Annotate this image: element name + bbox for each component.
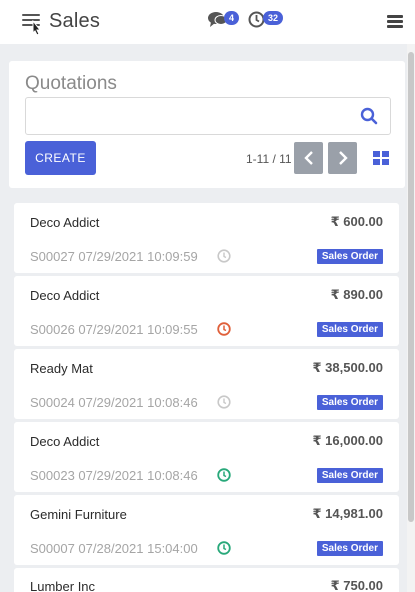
customer-name: Gemini Furniture	[30, 507, 127, 522]
order-reference: S00007 07/28/2021 15:04:00	[30, 541, 198, 556]
pager-value[interactable]: 1-11 / 11	[246, 152, 292, 166]
amount-total: ₹ 14,981.00	[312, 506, 384, 521]
customer-name: Deco Addict	[30, 288, 100, 303]
activity-clock-icon[interactable]	[217, 395, 231, 409]
activity-clock-icon[interactable]	[217, 541, 231, 555]
top-bar: Sales 4 32	[0, 0, 415, 44]
amount-total: ₹ 38,500.00	[312, 360, 384, 375]
order-reference: S00026 07/29/2021 10:09:55	[30, 322, 198, 337]
chevron-right-icon	[338, 151, 348, 165]
status-badge: Sales Order	[316, 541, 383, 556]
activities-count-badge: 32	[263, 11, 284, 25]
quotation-card[interactable]: Gemini Furniture ₹ 14,981.00 S00007 07/2…	[14, 495, 399, 565]
order-reference: S00024 07/29/2021 10:08:46	[30, 395, 198, 410]
amount-total: ₹ 750.00	[330, 578, 383, 592]
customer-name: Deco Addict	[30, 434, 100, 449]
quotation-card[interactable]: Ready Mat ₹ 38,500.00 S00024 07/29/2021 …	[14, 349, 399, 419]
page-title: Quotations	[25, 73, 117, 94]
quotation-card[interactable]: Deco Addict ₹ 16,000.00 S00023 07/29/202…	[14, 422, 399, 492]
search-input[interactable]	[25, 97, 391, 135]
amount-total: ₹ 600.00	[330, 214, 383, 229]
customer-name: Ready Mat	[30, 361, 93, 376]
status-badge: Sales Order	[316, 249, 383, 264]
activity-clock-icon[interactable]	[217, 468, 231, 482]
quotation-card[interactable]: Deco Addict ₹ 890.00 S00026 07/29/2021 1…	[14, 276, 399, 346]
pager-next-button[interactable]	[328, 142, 357, 174]
kanban-view-icon[interactable]	[373, 151, 389, 165]
amount-total: ₹ 16,000.00	[312, 433, 384, 448]
create-button[interactable]: CREATE	[25, 141, 96, 175]
status-badge: Sales Order	[316, 468, 383, 483]
quotation-card[interactable]: Deco Addict ₹ 600.00 S00027 07/29/2021 1…	[14, 203, 399, 273]
order-reference: S00027 07/29/2021 10:09:59	[30, 249, 198, 264]
customer-name: Deco Addict	[30, 215, 100, 230]
messages-count-badge: 4	[224, 11, 240, 25]
status-badge: Sales Order	[316, 322, 383, 337]
amount-total: ₹ 890.00	[330, 287, 383, 302]
options-menu-icon[interactable]	[387, 15, 403, 30]
pager-previous-button[interactable]	[294, 142, 323, 174]
control-panel: Quotations CREATE 1-11 / 11	[9, 61, 405, 188]
app-title: Sales	[49, 10, 101, 32]
search-icon[interactable]	[360, 107, 378, 125]
chevron-left-icon	[303, 151, 313, 165]
status-badge: Sales Order	[316, 395, 383, 410]
customer-name: Lumber Inc	[30, 579, 96, 592]
scrollbar-thumb[interactable]	[408, 52, 414, 522]
activity-clock-icon[interactable]	[217, 249, 231, 263]
quotation-card[interactable]: Lumber Inc ₹ 750.00	[14, 568, 399, 592]
activity-clock-icon[interactable]	[217, 322, 231, 336]
mouse-pointer-icon	[32, 20, 42, 36]
order-reference: S00023 07/29/2021 10:08:46	[30, 468, 198, 483]
